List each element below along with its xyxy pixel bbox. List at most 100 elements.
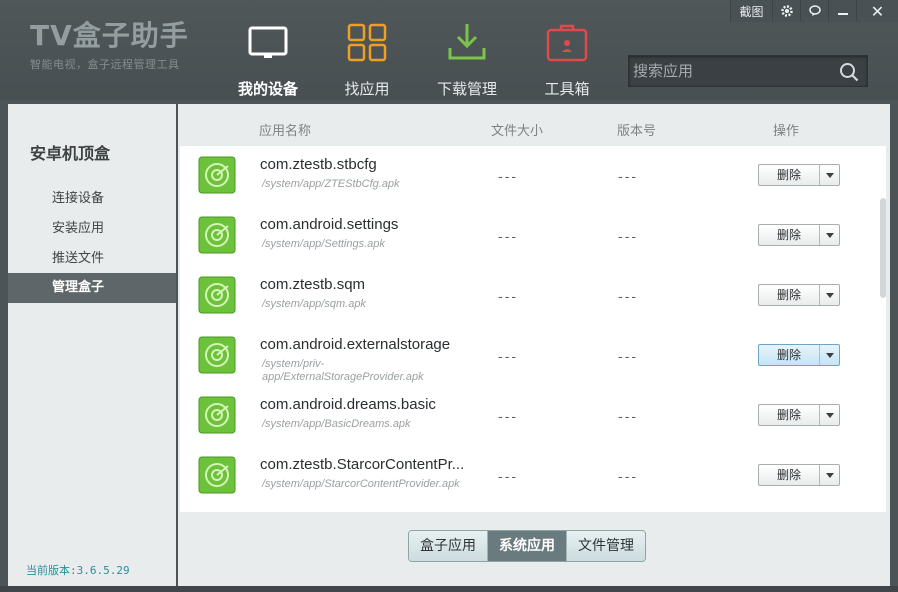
app-path: /system/app/Settings.apk (262, 238, 385, 250)
sidebar-item-manage-box[interactable]: 管理盒子 (8, 273, 176, 303)
app-path: /system/app/BasicDreams.apk (262, 418, 411, 430)
delete-label: 删除 (776, 288, 801, 302)
settings-button[interactable] (772, 0, 800, 22)
sidebar-title: 安卓机顶盒 (30, 144, 111, 163)
search-input[interactable] (633, 59, 829, 83)
col-header-action: 操作 (773, 124, 800, 139)
screenshot-button[interactable]: 截图 (730, 0, 772, 22)
nav-toolbox[interactable]: 工具箱 (522, 22, 612, 99)
col-header-name: 应用名称 (259, 124, 312, 139)
table-row: com.ztestb.sqm /system/app/sqm.apk --- -… (180, 266, 886, 326)
app-list: com.ztestb.stbcfg /system/app/ZTEStbCfg.… (180, 146, 886, 512)
app-name: com.android.dreams.basic (260, 396, 436, 413)
app-name: com.ztestb.sqm (260, 276, 366, 293)
col-header-size: 文件大小 (491, 124, 544, 139)
gear-icon (780, 5, 793, 17)
chevron-down-icon (825, 352, 834, 358)
app-path: /system/priv-app/ExternalStorageProvider… (262, 358, 424, 383)
tab-box-apps[interactable]: 盒子应用 (409, 531, 487, 561)
app-size: --- (498, 470, 519, 485)
window-controls: 截图 ✕ (730, 0, 898, 22)
delete-button[interactable]: 删除 (758, 284, 840, 306)
grid-icon (347, 23, 387, 62)
app-path: /system/app/StarcorContentProvider.apk (262, 478, 460, 490)
chevron-down-icon (825, 172, 834, 178)
app-size: --- (498, 410, 519, 425)
minimize-button[interactable] (828, 0, 856, 22)
app-size: --- (498, 290, 519, 305)
action-dropdown[interactable] (819, 165, 839, 185)
app-version: --- (618, 470, 639, 485)
table-row: com.android.dreams.basic /system/app/Bas… (180, 386, 886, 446)
feedback-button[interactable] (800, 0, 828, 22)
table-row: com.ztestb.StarcorContentPr... /system/a… (180, 446, 886, 506)
app-title: TV盒子助手 (30, 19, 189, 52)
tv-icon (248, 26, 288, 58)
app-version: --- (618, 230, 639, 245)
app-path: /system/app/ZTEStbCfg.apk (262, 178, 400, 190)
nav-label: 工具箱 (544, 80, 590, 98)
delete-label: 删除 (776, 348, 801, 362)
nav-my-devices[interactable]: 我的设备 (223, 22, 313, 99)
app-window: TV盒子助手 智能电视，盒子远程管理工具 我的设备 找应用 下载管理 工具箱 截… (0, 0, 898, 592)
sidebar-item-connect-device[interactable]: 连接设备 (8, 184, 176, 214)
app-size: --- (498, 230, 519, 245)
app-logo: TV盒子助手 智能电视，盒子远程管理工具 (30, 20, 189, 72)
minimize-icon (837, 13, 848, 15)
app-version: --- (618, 410, 639, 425)
action-dropdown[interactable] (819, 285, 839, 305)
nav-download-manager[interactable]: 下载管理 (422, 22, 512, 99)
action-dropdown[interactable] (819, 345, 839, 365)
delete-button[interactable]: 删除 (758, 464, 840, 486)
app-version: --- (618, 350, 639, 365)
delete-button[interactable]: 删除 (758, 404, 840, 426)
tab-file-manager[interactable]: 文件管理 (566, 531, 645, 561)
delete-label: 删除 (776, 408, 801, 422)
nav-label: 下载管理 (436, 80, 497, 98)
nav-find-apps[interactable]: 找应用 (322, 22, 412, 99)
chat-bubble-icon (808, 5, 821, 16)
app-name: com.android.settings (260, 216, 399, 233)
app-subtitle: 智能电视，盒子远程管理工具 (30, 58, 180, 71)
app-name: com.android.externalstorage (260, 336, 451, 353)
window-bottom-border (0, 586, 898, 592)
app-path: /system/app/sqm.apk (262, 298, 366, 310)
android-app-icon (198, 396, 236, 434)
table-row: com.android.externalstorage /system/priv… (180, 326, 886, 386)
main-panel: 应用名称 文件大小 版本号 操作 com.ztestb.stbcfg /syst… (178, 104, 890, 586)
sidebar: 安卓机顶盒 连接设备 安装应用 推送文件 管理盒子 当前版本:3.6.5.29 (8, 104, 176, 586)
sidebar-item-install-app[interactable]: 安装应用 (8, 214, 176, 244)
chevron-down-icon (825, 412, 834, 418)
search-box (628, 55, 868, 87)
chevron-down-icon (825, 232, 834, 238)
nav-label: 我的设备 (237, 80, 298, 98)
table-row: com.android.settings /system/app/Setting… (180, 206, 886, 266)
list-scrollbar[interactable] (880, 198, 886, 298)
chevron-down-icon (825, 292, 834, 298)
android-app-icon (198, 276, 236, 314)
action-dropdown[interactable] (819, 225, 839, 245)
action-dropdown[interactable] (819, 405, 839, 425)
delete-button[interactable]: 删除 (758, 224, 840, 246)
sidebar-item-push-file[interactable]: 推送文件 (8, 244, 176, 274)
chevron-down-icon (825, 472, 834, 478)
app-version: --- (618, 170, 639, 185)
app-name: com.ztestb.StarcorContentPr... (260, 456, 465, 473)
tab-system-apps[interactable]: 系统应用 (487, 531, 566, 561)
delete-button[interactable]: 删除 (758, 344, 840, 366)
app-size: --- (498, 170, 519, 185)
table-row: com.ztestb.stbcfg /system/app/ZTEStbCfg.… (180, 146, 886, 206)
app-type-tabs: 盒子应用 系统应用 文件管理 (408, 530, 646, 562)
delete-label: 删除 (776, 468, 801, 482)
download-icon (448, 24, 486, 60)
close-button[interactable]: ✕ (856, 0, 898, 22)
delete-label: 删除 (776, 228, 801, 242)
delete-label: 删除 (776, 168, 801, 182)
version-label: 当前版本:3.6.5.29 (26, 564, 130, 577)
android-app-icon (198, 456, 236, 494)
app-version: --- (618, 290, 639, 305)
search-icon[interactable] (839, 62, 859, 82)
delete-button[interactable]: 删除 (758, 164, 840, 186)
action-dropdown[interactable] (819, 465, 839, 485)
app-size: --- (498, 350, 519, 365)
